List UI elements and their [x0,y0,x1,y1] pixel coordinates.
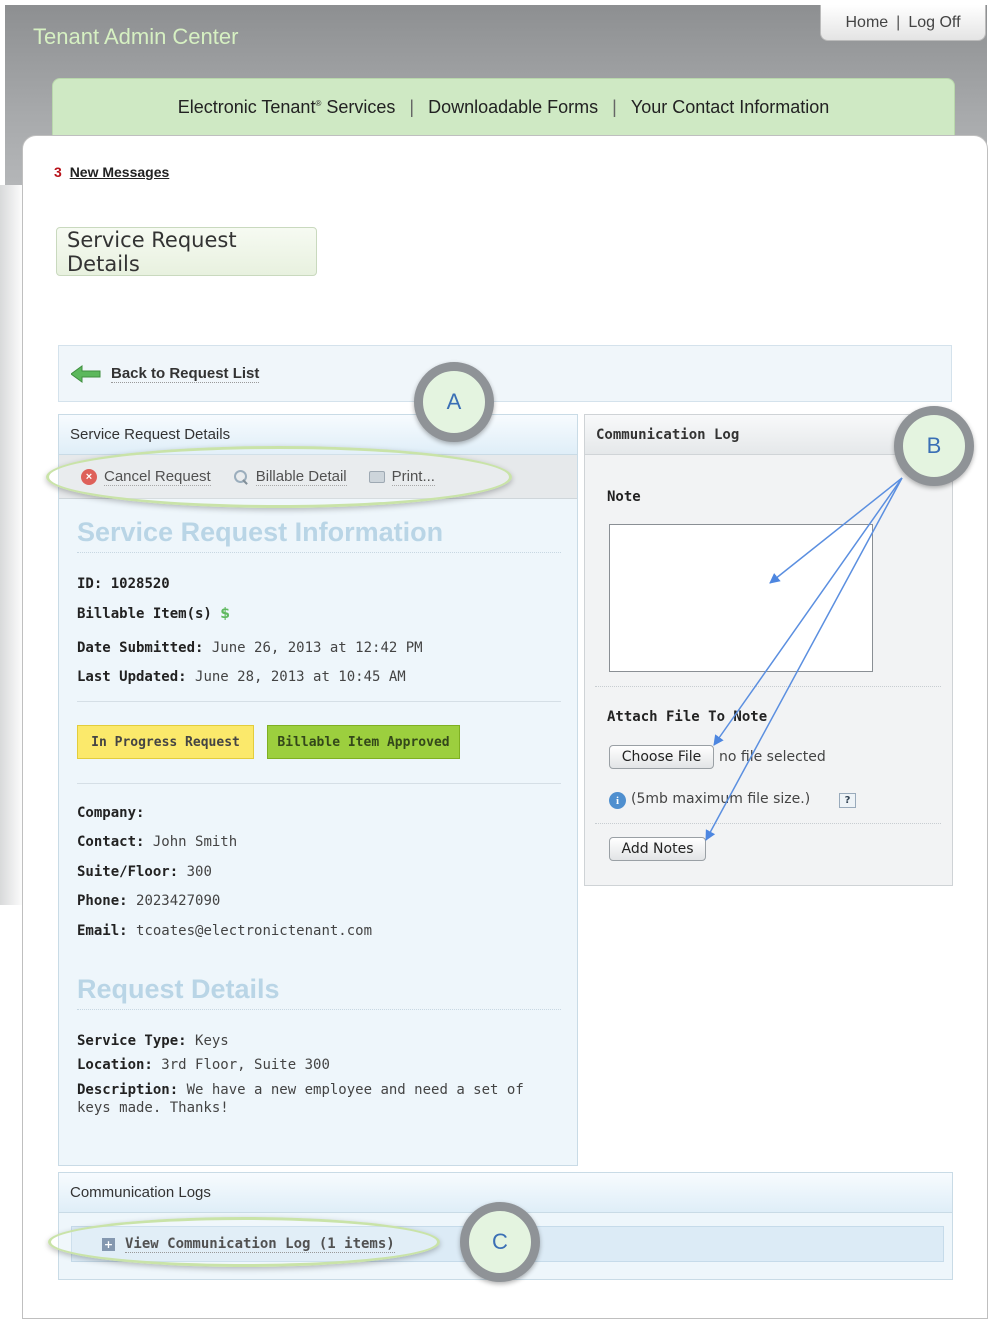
account-links: Home | Log Off [820,5,986,41]
service-type-row: Service Type: Keys [77,1033,561,1049]
nav-contact-information[interactable]: Your Contact Information [631,97,829,118]
email-value: tcoates@electronictenant.com [136,923,373,939]
annotation-marker-a: A [414,362,494,442]
choose-file-button[interactable]: Choose File [609,745,714,769]
annotation-highlight-c [48,1217,440,1267]
attach-file-label: Attach File To Note [607,709,768,725]
location-value: 3rd Floor, Suite 300 [161,1057,330,1073]
contact-row: Contact: John Smith [77,834,561,850]
back-to-request-list-link[interactable]: Back to Request List [111,365,260,383]
phone-row: Phone: 2023427090 [77,893,561,909]
note-textarea[interactable] [609,524,873,672]
status-badge: In Progress Request [77,725,254,759]
phone-label: Phone: [77,893,128,909]
request-id-row: ID: 1028520 [77,576,561,592]
last-updated-row: Last Updated: June 28, 2013 at 10:45 AM [77,669,561,685]
date-submitted-row: Date Submitted: June 26, 2013 at 12:42 P… [77,640,561,656]
section-title: Service Request Information [77,517,561,553]
last-updated-value: June 28, 2013 at 10:45 AM [195,669,406,685]
service-request-panel: Service Request Details × Cancel Request… [58,414,578,1166]
nav-electronic-tenant-services[interactable]: Electronic Tenant® Services [178,97,396,118]
annotation-marker-c: C [460,1202,540,1282]
phone-value: 2023427090 [136,893,221,909]
note-label: Note [607,489,641,505]
page-title: Service Request Details [56,227,317,276]
annotation-marker-b: B [894,406,974,486]
communication-log-panel: Communication Log Note Attach File To No… [584,414,953,886]
divider [77,701,561,702]
suite-floor-value: 300 [186,864,212,880]
billable-items-row: Billable Item(s) $ [77,606,561,622]
file-status: no file selected [719,749,826,765]
company-label: Company: [77,805,145,821]
contact-value: John Smith [152,834,238,850]
email-row: Email: tcoates@electronictenant.com [77,923,561,939]
contact-label: Contact: [77,834,145,850]
nav-label-suffix: Services [321,96,396,117]
file-size-hint: (5mb maximum file size.) [631,791,811,807]
nav-separator: | [409,96,415,117]
last-updated-label: Last Updated: [77,669,187,685]
annotation-highlight-a [46,446,512,508]
app-title: Tenant Admin Center [33,24,239,49]
date-submitted-label: Date Submitted: [77,640,204,656]
help-icon[interactable]: ? [839,793,856,808]
request-details-section: Request Details [77,974,561,1010]
description-label: Description: [77,1082,179,1098]
billable-approved-badge: Billable Item Approved [267,725,460,759]
location-label: Location: [77,1057,153,1073]
suite-floor-label: Suite/Floor: [77,864,179,880]
id-label: ID: [77,576,103,592]
message-count: 3 [54,164,62,180]
new-messages-link[interactable]: New Messages [70,164,170,180]
link-separator: | [896,13,901,31]
nav-separator: | [612,96,617,117]
nav-label: Electronic Tenant [177,96,316,117]
company-row: Company: [77,805,561,821]
email-label: Email: [77,923,128,939]
description-row: Description: We have a new employee and … [77,1081,561,1117]
main-nav: Electronic Tenant® Services | Downloadab… [52,78,955,136]
request-information-section: Service Request Information [77,517,561,553]
back-bar: Back to Request List [58,345,952,402]
info-icon: i [609,792,626,809]
billable-items-label: Billable Item(s) [77,606,212,622]
service-type-value: Keys [195,1033,229,1049]
divider [77,783,561,784]
left-shade [0,185,24,905]
divider [595,823,941,824]
suite-floor-row: Suite/Floor: 300 [77,864,561,880]
home-link[interactable]: Home [845,14,888,32]
nav-downloadable-forms[interactable]: Downloadable Forms [428,97,598,118]
divider [595,686,941,687]
add-notes-button[interactable]: Add Notes [609,837,706,861]
request-id: 1028520 [110,576,170,592]
back-arrow-icon[interactable] [71,364,101,384]
new-messages: 3 New Messages [54,164,169,180]
section-title: Request Details [77,974,561,1010]
dollar-icon: $ [220,606,231,622]
log-off-link[interactable]: Log Off [908,14,960,32]
service-type-label: Service Type: [77,1033,187,1049]
location-row: Location: 3rd Floor, Suite 300 [77,1057,561,1073]
date-submitted-value: June 26, 2013 at 12:42 PM [211,640,423,656]
